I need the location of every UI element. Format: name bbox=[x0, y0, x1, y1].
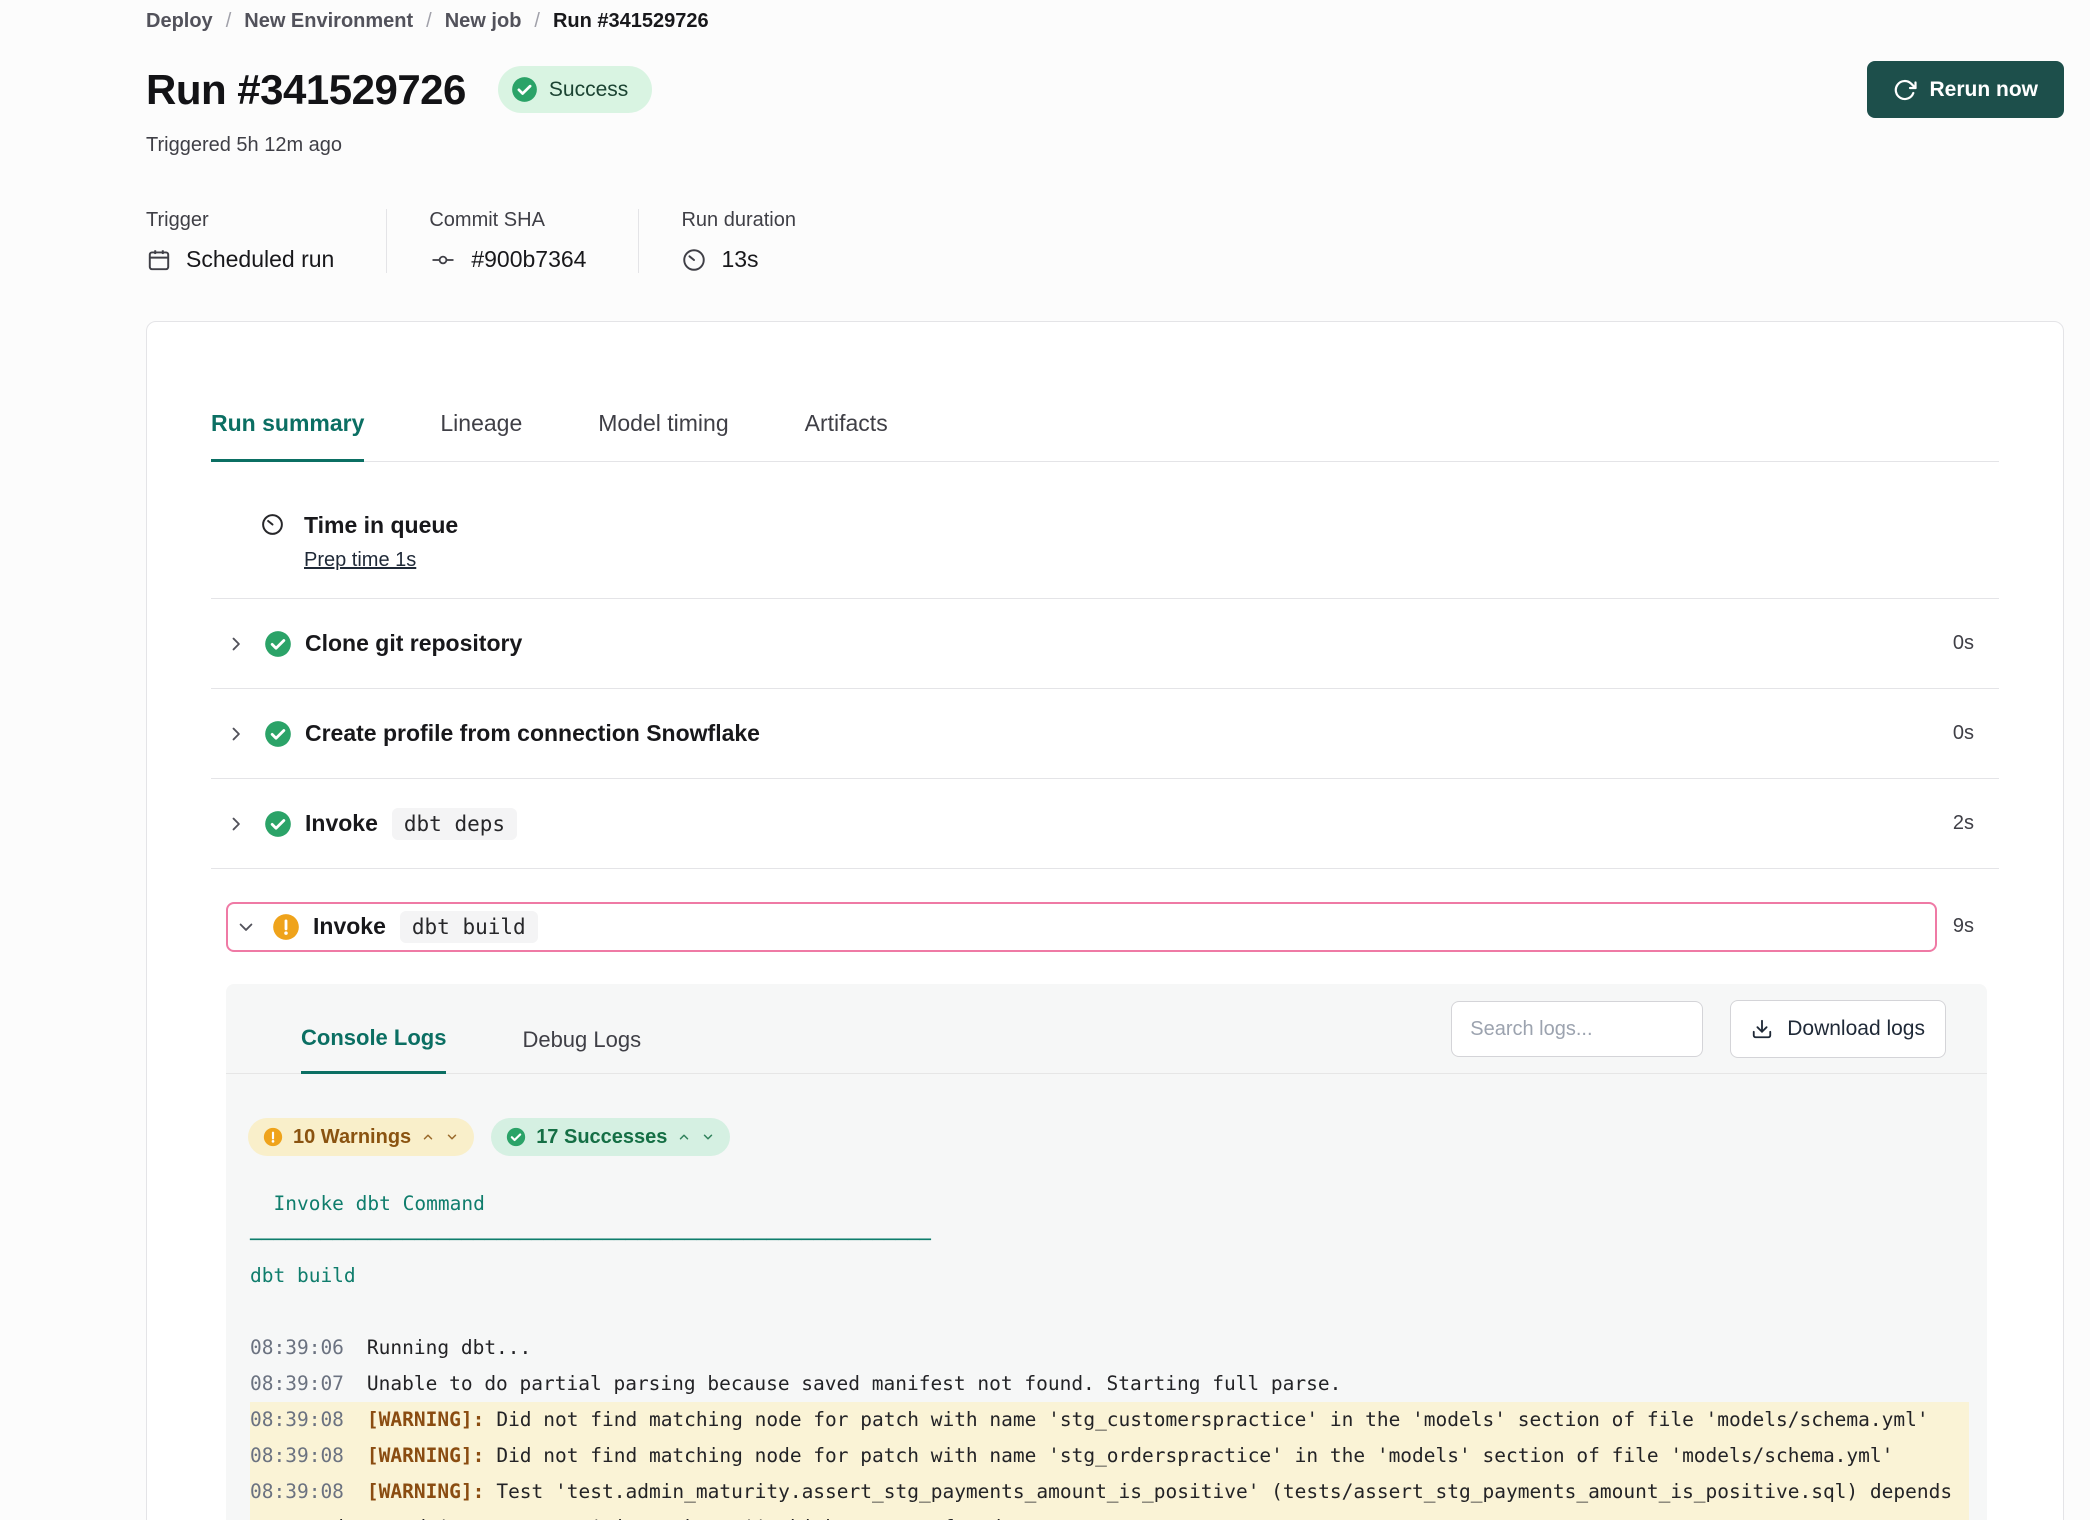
clock-icon bbox=[260, 512, 285, 537]
tab-run-summary[interactable]: Run summary bbox=[211, 410, 364, 462]
tab-lineage[interactable]: Lineage bbox=[440, 410, 522, 461]
meta-trigger-label: Trigger bbox=[146, 209, 334, 232]
breadcrumb-item-deploy[interactable]: Deploy bbox=[146, 10, 213, 33]
console-header: Console Logs Debug Logs Download logs bbox=[226, 984, 1987, 1074]
commit-icon bbox=[429, 248, 457, 272]
step-invoke-dbt-deps[interactable]: Invoke dbt deps 2s bbox=[211, 779, 1999, 869]
check-circle-icon bbox=[511, 76, 538, 103]
rerun-button[interactable]: Rerun now bbox=[1867, 61, 2065, 118]
rerun-button-label: Rerun now bbox=[1930, 78, 2039, 102]
meta-duration: Run duration 13s bbox=[638, 209, 848, 273]
tab-model-timing[interactable]: Model timing bbox=[598, 410, 728, 461]
check-circle-icon bbox=[264, 720, 292, 748]
breadcrumb-separator: / bbox=[534, 10, 540, 33]
meta-commit-value: #900b7364 bbox=[471, 246, 586, 273]
successes-badge-label: 17 Successes bbox=[536, 1126, 667, 1149]
status-badge-label: Success bbox=[549, 78, 628, 102]
prep-time-link[interactable]: Prep time 1s bbox=[304, 549, 416, 572]
check-circle-icon bbox=[264, 630, 292, 658]
step-title: Invoke bbox=[305, 810, 378, 837]
check-circle-icon bbox=[264, 810, 292, 838]
step-duration: 0s bbox=[1953, 722, 1974, 745]
log-warning-line: 08:39:08[WARNING]:Test 'test.admin_matur… bbox=[250, 1474, 1969, 1520]
breadcrumb-current-run: Run #341529726 bbox=[553, 10, 709, 33]
chevron-right-icon bbox=[226, 724, 246, 744]
chevron-right-icon bbox=[226, 634, 246, 654]
run-detail-page: Deploy / New Environment / New job / Run… bbox=[0, 0, 2090, 1520]
step-clone-git-repository[interactable]: Clone git repository 0s bbox=[211, 599, 1999, 689]
warning-circle-icon bbox=[272, 913, 300, 941]
console-actions: Download logs bbox=[1451, 1000, 1946, 1058]
clock-icon bbox=[681, 247, 707, 273]
warnings-prev-button[interactable] bbox=[421, 1130, 435, 1144]
log-divider-line: ────────────────────────────────────────… bbox=[250, 1222, 1969, 1258]
log-warning-line: 08:39:08[WARNING]:Did not find matching … bbox=[250, 1402, 1969, 1438]
successes-filter-badge[interactable]: 17 Successes bbox=[491, 1118, 730, 1156]
log-line: 08:39:07Unable to do partial parsing bec… bbox=[250, 1366, 1969, 1402]
log-blank-line bbox=[250, 1294, 1969, 1330]
console-panel: Console Logs Debug Logs Download logs bbox=[226, 984, 1987, 1520]
download-icon bbox=[1751, 1018, 1773, 1040]
search-logs-input[interactable] bbox=[1451, 1001, 1703, 1057]
step-title: Clone git repository bbox=[305, 630, 522, 657]
successes-prev-button[interactable] bbox=[677, 1130, 691, 1144]
chevron-down-icon bbox=[701, 1130, 715, 1144]
log-output[interactable]: Invoke dbt Command ─────────────────────… bbox=[226, 1156, 1987, 1520]
run-tabs: Run summary Lineage Model timing Artifac… bbox=[211, 322, 1999, 462]
step-duration: 9s bbox=[1953, 915, 1974, 938]
log-warning-line: 08:39:08[WARNING]:Did not find matching … bbox=[250, 1438, 1969, 1474]
download-logs-label: Download logs bbox=[1787, 1017, 1925, 1041]
calendar-icon bbox=[146, 247, 172, 273]
check-circle-icon bbox=[506, 1127, 526, 1147]
meta-commit: Commit SHA #900b7364 bbox=[386, 209, 638, 273]
step-title: Create profile from connection Snowflake bbox=[305, 720, 760, 747]
step-title: Invoke bbox=[313, 913, 386, 940]
tab-artifacts[interactable]: Artifacts bbox=[805, 410, 888, 461]
meta-duration-label: Run duration bbox=[681, 209, 796, 232]
warnings-badge-label: 10 Warnings bbox=[293, 1126, 411, 1149]
meta-commit-label: Commit SHA bbox=[429, 209, 586, 232]
tab-debug-logs[interactable]: Debug Logs bbox=[522, 1027, 641, 1073]
time-in-queue-title: Time in queue bbox=[304, 512, 458, 539]
meta-trigger-value: Scheduled run bbox=[186, 246, 334, 273]
log-filter-badges: 10 Warnings 17 Successes bbox=[248, 1118, 1987, 1156]
warning-circle-icon bbox=[263, 1127, 283, 1147]
warnings-filter-badge[interactable]: 10 Warnings bbox=[248, 1118, 474, 1156]
chevron-down-icon bbox=[236, 917, 256, 937]
tab-console-logs[interactable]: Console Logs bbox=[301, 1025, 446, 1074]
run-meta: Trigger Scheduled run Commit SHA #900b73… bbox=[146, 209, 2064, 273]
chevron-right-icon bbox=[226, 814, 246, 834]
chevron-up-icon bbox=[677, 1130, 691, 1144]
step-command-chip: dbt build bbox=[400, 911, 538, 943]
breadcrumb-separator: / bbox=[226, 10, 232, 33]
status-badge: Success bbox=[498, 66, 652, 113]
step-duration: 2s bbox=[1953, 812, 1974, 835]
successes-next-button[interactable] bbox=[701, 1130, 715, 1144]
breadcrumb-item-job[interactable]: New job bbox=[445, 10, 522, 33]
breadcrumb: Deploy / New Environment / New job / Run… bbox=[146, 10, 2064, 33]
log-line: dbt build bbox=[250, 1258, 1969, 1294]
refresh-icon bbox=[1893, 78, 1917, 102]
time-in-queue-section: Time in queue Prep time 1s bbox=[211, 462, 1999, 599]
run-card: Run summary Lineage Model timing Artifac… bbox=[146, 321, 2064, 1520]
page-title: Run #341529726 bbox=[146, 66, 466, 114]
breadcrumb-separator: / bbox=[426, 10, 432, 33]
step-duration: 0s bbox=[1953, 632, 1974, 655]
log-line: 08:39:06Running dbt... bbox=[250, 1330, 1969, 1366]
step-create-profile[interactable]: Create profile from connection Snowflake… bbox=[211, 689, 1999, 779]
meta-duration-value: 13s bbox=[721, 246, 758, 273]
log-tabs: Console Logs Debug Logs bbox=[301, 984, 641, 1073]
log-line: Invoke dbt Command bbox=[250, 1186, 1969, 1222]
step-command-chip: dbt deps bbox=[392, 808, 517, 840]
warnings-next-button[interactable] bbox=[445, 1130, 459, 1144]
step-invoke-dbt-build-row: Invoke dbt build 9s bbox=[211, 869, 1999, 984]
page-header: Run #341529726 Success Rerun now bbox=[146, 61, 2064, 118]
chevron-up-icon bbox=[421, 1130, 435, 1144]
meta-trigger: Trigger Scheduled run bbox=[146, 209, 386, 273]
triggered-text: Triggered 5h 12m ago bbox=[146, 134, 2064, 157]
chevron-down-icon bbox=[445, 1130, 459, 1144]
step-invoke-dbt-build-header[interactable]: Invoke dbt build bbox=[226, 902, 1937, 952]
breadcrumb-item-environment[interactable]: New Environment bbox=[244, 10, 413, 33]
download-logs-button[interactable]: Download logs bbox=[1730, 1000, 1946, 1058]
